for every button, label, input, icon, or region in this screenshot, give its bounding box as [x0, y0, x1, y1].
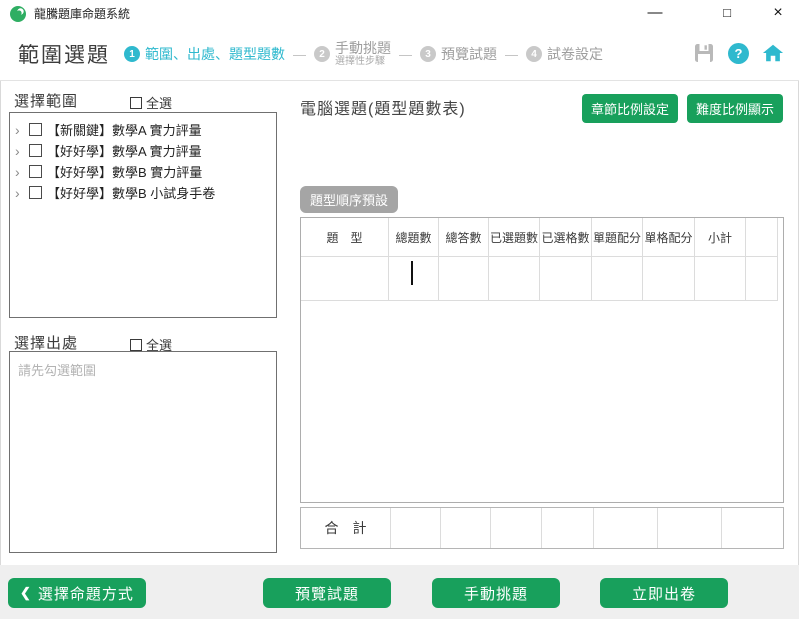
step-2-sublabel: 選擇性步驟 — [335, 56, 391, 67]
preview-questions-button[interactable]: 預覽試題 — [263, 578, 391, 608]
tree-item-book4[interactable]: › 【好好學】數學B 小試身手卷 — [10, 182, 276, 203]
expand-icon[interactable]: › — [15, 166, 24, 178]
table-cell-total-answers[interactable] — [439, 257, 489, 301]
step-1-label: 範圍、出處、題型題數 — [145, 44, 285, 64]
step-2-label: 手動挑題 — [335, 41, 391, 56]
range-section-title: 選擇範圍 — [14, 90, 78, 111]
tree-item-book2[interactable]: › 【好好學】數學A 實力評量 — [10, 140, 276, 161]
app-logo-icon — [10, 6, 26, 22]
generate-paper-button[interactable]: 立即出卷 — [600, 578, 728, 608]
step-separator: — — [505, 47, 518, 62]
step-indicator: 1 範圍、出處、題型題數 — 2 手動挑題 選擇性步驟 — 3 預覽試題 — 4… — [124, 28, 603, 80]
col-header-total-answers: 總答數 — [439, 218, 489, 257]
step-3-label: 預覽試題 — [441, 44, 497, 64]
col-header-type: 題 型 — [301, 218, 389, 257]
total-cell — [658, 508, 722, 548]
chapter-ratio-button[interactable]: 章節比例設定 — [582, 94, 678, 123]
page-title: 範圍選題 — [18, 39, 110, 69]
step-separator: — — [293, 47, 306, 62]
text-cursor — [411, 261, 413, 285]
table-cell-points-per-question[interactable] — [592, 257, 643, 301]
table-cell-total-questions[interactable] — [389, 257, 439, 301]
total-cell — [391, 508, 441, 548]
difficulty-ratio-button[interactable]: 難度比例顯示 — [687, 94, 783, 123]
book1-checkbox[interactable] — [29, 123, 42, 136]
manual-pick-button[interactable]: 手動挑題 — [432, 578, 560, 608]
col-header-points-per-blank: 單格配分 — [643, 218, 695, 257]
book3-label: 【好好學】數學B 實力評量 — [47, 162, 202, 181]
footer-bar: ❮ 選擇命題方式 預覽試題 手動挑題 立即出卷 — [0, 565, 799, 619]
col-header-subtotal: 小計 — [695, 218, 746, 257]
expand-icon[interactable]: › — [15, 145, 24, 157]
book1-label: 【新關鍵】數學A 實力評量 — [47, 120, 202, 139]
close-button[interactable]: × — [763, 0, 793, 28]
app-window: { "window": { "title": "龍騰題庫命題系統", "mini… — [0, 0, 799, 619]
book4-checkbox[interactable] — [29, 186, 42, 199]
col-header-selected-questions: 已選題數 — [489, 218, 540, 257]
step-4-circle: 4 — [526, 46, 542, 62]
col-header-selected-blanks: 已選格數 — [540, 218, 592, 257]
source-section-title: 選擇出處 — [14, 332, 78, 353]
step-preview[interactable]: 3 預覽試題 — [420, 44, 497, 64]
book2-label: 【好好學】數學A 實力評量 — [47, 141, 202, 160]
total-cell — [441, 508, 491, 548]
header: 範圍選題 1 範圍、出處、題型題數 — 2 手動挑題 選擇性步驟 — 3 預覽試… — [0, 28, 799, 81]
step-paper-settings[interactable]: 4 試卷設定 — [526, 44, 603, 64]
minimize-button[interactable]: — — [640, 0, 670, 28]
range-tree: › 【新關鍵】數學A 實力評量 › 【好好學】數學A 實力評量 › 【好好學】數… — [9, 112, 277, 318]
step-manual-pick[interactable]: 2 手動挑題 選擇性步驟 — [314, 41, 391, 67]
save-icon[interactable] — [693, 42, 715, 64]
table-cell-points-per-blank[interactable] — [643, 257, 695, 301]
total-label: 合 計 — [301, 508, 391, 548]
total-cell — [491, 508, 542, 548]
header-icons: ? — [693, 42, 784, 64]
tree-item-book3[interactable]: › 【好好學】數學B 實力評量 — [10, 161, 276, 182]
source-list: 請先勾選範圍 — [9, 351, 277, 553]
question-type-table: 題 型 總題數 總答數 已選題數 已選格數 單題配分 單格配分 小計 — [300, 217, 784, 503]
back-button-label: 選擇命題方式 — [38, 583, 134, 604]
total-row: 合 計 — [300, 507, 784, 549]
expand-icon[interactable]: › — [15, 124, 24, 136]
total-cell — [722, 508, 783, 548]
table-cell-selected-questions[interactable] — [489, 257, 540, 301]
table-cell-type[interactable] — [301, 257, 389, 301]
book4-label: 【好好學】數學B 小試身手卷 — [47, 183, 215, 202]
titlebar: 龍騰題庫命題系統 — □ × — [0, 0, 799, 28]
step-separator: — — [399, 47, 412, 62]
step-1-circle: 1 — [124, 46, 140, 62]
help-icon[interactable]: ? — [728, 43, 749, 64]
step-2-circle: 2 — [314, 46, 330, 62]
table-cell-selected-blanks[interactable] — [540, 257, 592, 301]
range-select-all-label: 全選 — [146, 93, 172, 112]
table-cell-subtotal[interactable] — [695, 257, 746, 301]
window-title: 龍騰題庫命題系統 — [34, 0, 130, 28]
total-cell — [542, 508, 594, 548]
source-placeholder: 請先勾選範圍 — [18, 363, 96, 378]
col-header-points-per-question: 單題配分 — [592, 218, 643, 257]
book3-checkbox[interactable] — [29, 165, 42, 178]
ratio-buttons: 章節比例設定 難度比例顯示 — [582, 94, 783, 123]
source-select-all-checkbox[interactable] — [130, 339, 142, 351]
expand-icon[interactable]: › — [15, 187, 24, 199]
col-header-total-questions: 總題數 — [389, 218, 439, 257]
table-cell-blank[interactable] — [746, 257, 778, 301]
back-chevron-icon: ❮ — [20, 585, 32, 601]
computer-selection-title: 電腦選題(題型題數表) — [300, 95, 466, 119]
range-select-all-checkbox[interactable] — [130, 97, 142, 109]
step-range[interactable]: 1 範圍、出處、題型題數 — [124, 44, 285, 64]
step-3-circle: 3 — [420, 46, 436, 62]
range-select-all[interactable]: 全選 — [130, 93, 172, 112]
col-header-blank — [746, 218, 778, 257]
back-to-method-button[interactable]: ❮ 選擇命題方式 — [8, 578, 146, 608]
tree-item-book1[interactable]: › 【新關鍵】數學A 實力評量 — [10, 119, 276, 140]
question-order-preset-button[interactable]: 題型順序預設 — [300, 186, 398, 213]
step-4-label: 試卷設定 — [547, 44, 603, 64]
total-cell — [594, 508, 658, 548]
home-icon[interactable] — [762, 42, 784, 64]
maximize-button[interactable]: □ — [712, 0, 742, 28]
book2-checkbox[interactable] — [29, 144, 42, 157]
